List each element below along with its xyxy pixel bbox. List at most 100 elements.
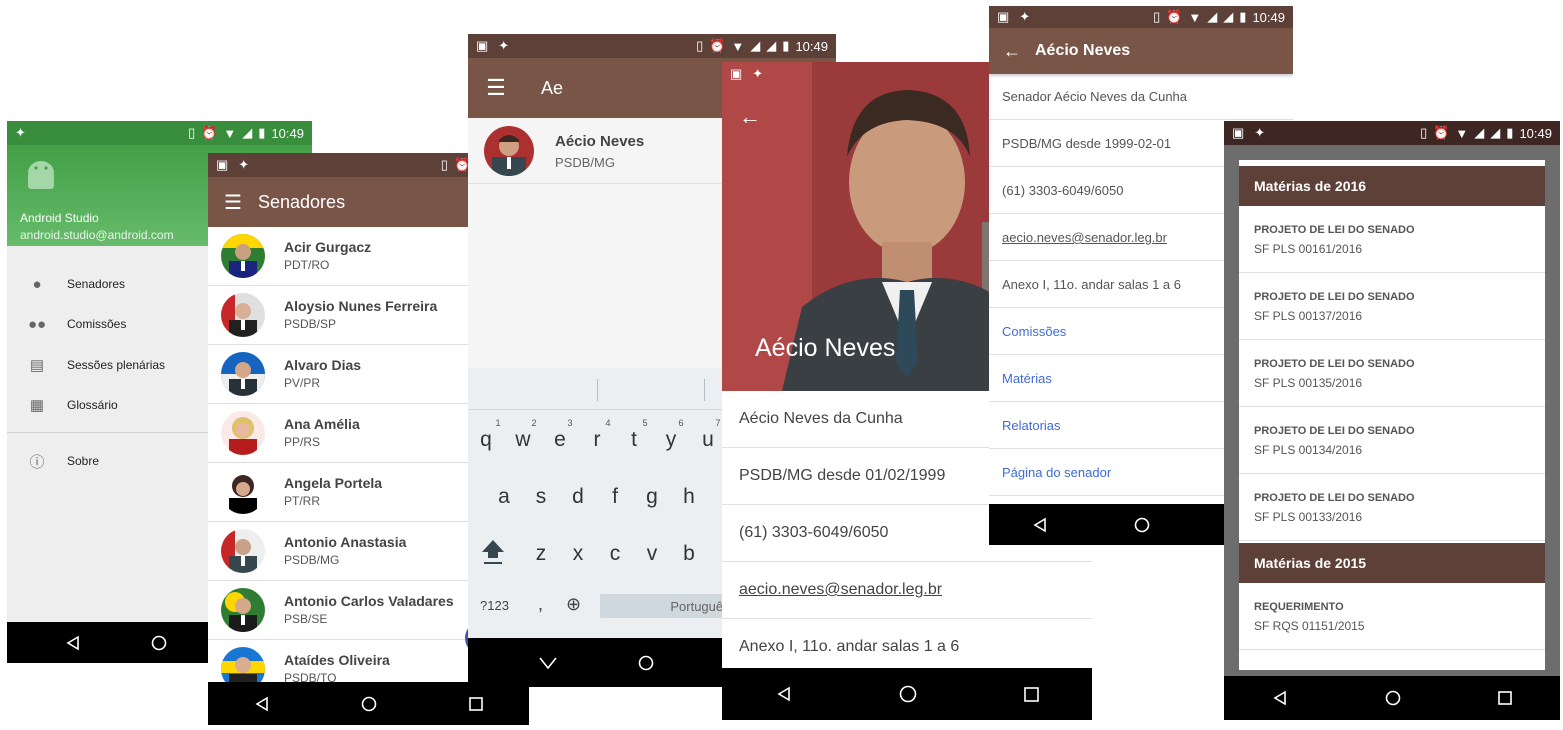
comma-key[interactable]: , (538, 594, 543, 615)
recents-nav-icon[interactable] (1497, 691, 1512, 705)
status-bar: ▣ ✦ ▯ ⏰ ▼ ◢ ◢ ▮ 10:49 (468, 34, 836, 58)
materia-item[interactable]: REQUERIMENTO SF RQS 01151/2015 (1239, 583, 1545, 650)
signal-icon: ◢ (1490, 125, 1501, 140)
drawer-item-senadores[interactable]: ● Senadores (7, 264, 207, 304)
vibrate-icon: ▯ (1420, 125, 1428, 140)
key-w[interactable]: w (508, 428, 538, 452)
materia-code: SF PLS 00133/2016 (1254, 510, 1363, 524)
debug-icon: ✦ (15, 125, 26, 140)
materia-type: PROJETO DE LEI DO SENADO (1254, 425, 1415, 437)
key-v[interactable]: v (637, 542, 667, 566)
symbols-key[interactable]: ?123 (480, 598, 509, 613)
back-nav-icon[interactable] (1272, 690, 1288, 706)
status-bar: ▣ ✦ ▯ ⏰ ▼ ◢ ◢ ▮ 10:49 (989, 6, 1293, 28)
alarm-icon: ⏰ (709, 38, 726, 53)
materia-code: SF PLS 00161/2016 (1254, 242, 1363, 256)
recents-nav-icon[interactable] (469, 696, 483, 711)
key-x[interactable]: x (563, 542, 593, 566)
image-icon: ▣ (730, 66, 743, 81)
senator-avatar (221, 352, 265, 396)
vibrate-icon: ▯ (1153, 9, 1161, 24)
materia-item[interactable]: PROJETO DE LEI DO SENADO SF PLS 00161/20… (1239, 206, 1545, 273)
status-bar: ▣ ✦ ▯ ⏰ ▼ ◢ ◢ ▮ 10:49 (1224, 121, 1560, 145)
senator-name: Angela Portela (284, 475, 383, 491)
signal-icon: ◢ (750, 38, 761, 53)
signal-icon: ◢ (766, 38, 777, 53)
alarm-icon: ⏰ (1433, 125, 1450, 140)
person-icon: ● (32, 275, 42, 293)
key-c[interactable]: c (600, 542, 630, 566)
key-f[interactable]: f (600, 485, 630, 509)
senator-name: Acir Gurgacz (284, 239, 372, 255)
key-y[interactable]: y (656, 428, 686, 452)
back-nav-icon[interactable] (776, 686, 792, 702)
key-hint: 3 (567, 418, 573, 428)
vibrate-icon: ▯ (440, 157, 448, 172)
drawer-item-sessoes[interactable]: ▤ Sessões plenárias (7, 345, 207, 385)
senator-row[interactable]: Antonio Carlos Valadares PSB/SE (208, 581, 468, 640)
senator-row[interactable]: Antonio Anastasia PSDB/MG (208, 522, 468, 581)
key-s[interactable]: s (526, 485, 556, 509)
debug-icon: ✦ (1019, 9, 1031, 24)
email-link[interactable]: aecio.neves@senador.leg.br (722, 562, 1092, 619)
drawer-item-sobre[interactable]: ⓘ Sobre (7, 441, 207, 481)
home-nav-icon[interactable] (1134, 517, 1150, 533)
back-nav-icon[interactable] (65, 635, 81, 651)
key-a[interactable]: a (489, 485, 519, 509)
key-q[interactable]: q (471, 428, 501, 452)
key-r[interactable]: r (582, 428, 612, 452)
hero-senator-name: Aécio Neves (755, 334, 896, 362)
signal-icon: ◢ (1474, 125, 1485, 140)
hamburger-menu-icon[interactable]: ☰ (468, 75, 524, 101)
drawer-item-comissoes[interactable]: ●● Comissões (7, 304, 207, 344)
back-nav-icon[interactable] (1032, 517, 1048, 533)
shift-key-icon[interactable] (480, 536, 506, 566)
senator-row[interactable]: Acir Gurgacz PDT/RO (208, 227, 468, 286)
senator-row[interactable]: Alvaro Dias PV/PR (208, 345, 468, 404)
home-nav-icon[interactable] (361, 696, 377, 712)
home-nav-icon[interactable] (638, 655, 654, 671)
hamburger-menu-icon[interactable]: ☰ (208, 190, 258, 215)
full-name-row: Senador Aécio Neves da Cunha (989, 74, 1293, 120)
back-nav-icon[interactable] (254, 696, 270, 712)
key-g[interactable]: g (637, 485, 667, 509)
materia-type: PROJETO DE LEI DO SENADO (1254, 291, 1415, 303)
back-arrow-icon[interactable]: ← (989, 41, 1035, 62)
materia-item[interactable]: PROJETO DE LEI DO SENADO SF PLS 00133/20… (1239, 474, 1545, 541)
materia-item[interactable]: PROJETO DE LEI DO SENADO SF PLS 00137/20… (1239, 273, 1545, 340)
key-b[interactable]: b (674, 542, 704, 566)
senator-name: Alvaro Dias (284, 357, 362, 373)
hide-keyboard-nav-icon[interactable] (538, 656, 558, 670)
key-t[interactable]: t (619, 428, 649, 452)
globe-icon[interactable]: ⊕ (566, 594, 581, 615)
home-nav-icon[interactable] (151, 635, 167, 651)
senator-row[interactable]: Ana Amélia PP/RS (208, 404, 468, 463)
back-arrow-icon[interactable]: ← (739, 104, 761, 130)
drawer-item-glossario[interactable]: ▦ Glossário (7, 385, 207, 425)
search-input[interactable] (524, 77, 664, 99)
materias-dialog: Matérias de 2016 PROJETO DE LEI DO SENAD… (1239, 160, 1545, 670)
senator-row[interactable]: Angela Portela PT/RR (208, 463, 468, 522)
senator-party: PSDB/MG (284, 553, 340, 567)
key-z[interactable]: z (526, 542, 556, 566)
materia-item[interactable]: PROJETO DE LEI DO SENADO SF PLS 00134/20… (1239, 407, 1545, 474)
key-h[interactable]: h (674, 485, 704, 509)
home-nav-icon[interactable] (899, 685, 917, 703)
recents-nav-icon[interactable] (1023, 686, 1039, 702)
senator-avatar (221, 411, 265, 455)
senator-party: PDT/RO (284, 258, 330, 272)
key-e[interactable]: e (545, 428, 575, 452)
key-u[interactable]: u (693, 428, 723, 452)
image-icon: ▣ (216, 157, 229, 172)
materia-code: SF PLS 00134/2016 (1254, 443, 1363, 457)
senator-party: PV/PR (284, 376, 321, 390)
debug-icon: ✦ (752, 66, 764, 81)
senator-row[interactable]: Aloysio Nunes Ferreira PSDB/SP (208, 286, 468, 345)
senator-party: PP/RS (284, 435, 321, 449)
senator-name: Aloysio Nunes Ferreira (284, 298, 438, 314)
home-nav-icon[interactable] (1385, 690, 1401, 706)
materia-item[interactable]: PROJETO DE LEI DO SENADO SF PLS 00135/20… (1239, 340, 1545, 407)
senator-avatar (221, 293, 265, 337)
key-d[interactable]: d (563, 485, 593, 509)
vibrate-icon: ▯ (696, 38, 704, 53)
